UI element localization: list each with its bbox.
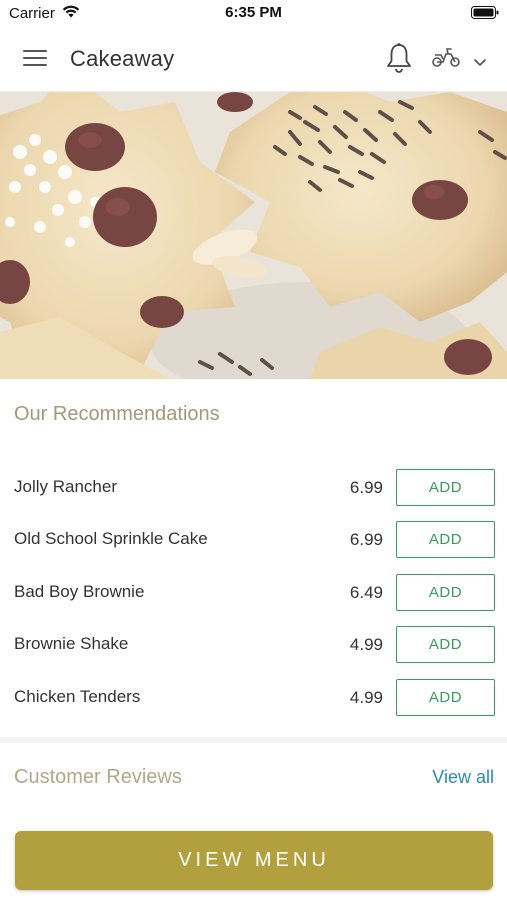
- add-button[interactable]: ADD: [396, 574, 495, 611]
- add-button[interactable]: ADD: [396, 469, 495, 506]
- item-price: 6.99: [349, 530, 383, 549]
- item-name: Jolly Rancher: [14, 477, 117, 496]
- list-item: Bad Boy Brownie 6.49 ADD: [0, 574, 507, 612]
- item-name: Old School Sprinkle Cake: [14, 529, 208, 548]
- reviews-title: Customer Reviews: [14, 766, 182, 788]
- item-price: 6.49: [349, 583, 383, 602]
- view-all-link[interactable]: View all: [432, 767, 494, 788]
- list-item: Brownie Shake 4.99 ADD: [0, 626, 507, 664]
- item-name: Bad Boy Brownie: [14, 582, 145, 601]
- add-button[interactable]: ADD: [396, 626, 495, 663]
- add-button[interactable]: ADD: [396, 679, 495, 716]
- status-bar: Carrier 6:35 PM: [0, 0, 507, 26]
- section-divider: [0, 737, 507, 743]
- scooter-icon[interactable]: [431, 46, 461, 73]
- list-item: Jolly Rancher 6.99 ADD: [0, 469, 507, 507]
- item-name: Brownie Shake: [14, 634, 129, 653]
- bell-icon[interactable]: [385, 42, 413, 79]
- hero-image: [0, 92, 507, 379]
- clock: 6:35 PM: [225, 4, 282, 21]
- app-header: Cakeaway: [0, 26, 507, 92]
- recommendations-title: Our Recommendations: [14, 403, 220, 425]
- view-menu-button[interactable]: VIEW MENU: [15, 831, 493, 890]
- menu-icon[interactable]: [23, 48, 47, 68]
- item-price: 4.99: [349, 635, 383, 654]
- item-price: 4.99: [349, 688, 383, 707]
- list-item: Old School Sprinkle Cake 6.99 ADD: [0, 521, 507, 559]
- app-title: Cakeaway: [70, 46, 175, 71]
- chevron-down-icon[interactable]: [473, 54, 487, 72]
- item-price: 6.99: [349, 478, 383, 497]
- battery-icon: [471, 6, 499, 24]
- list-item: Chicken Tenders 4.99 ADD: [0, 679, 507, 717]
- item-name: Chicken Tenders: [14, 687, 141, 706]
- add-button[interactable]: ADD: [396, 521, 495, 558]
